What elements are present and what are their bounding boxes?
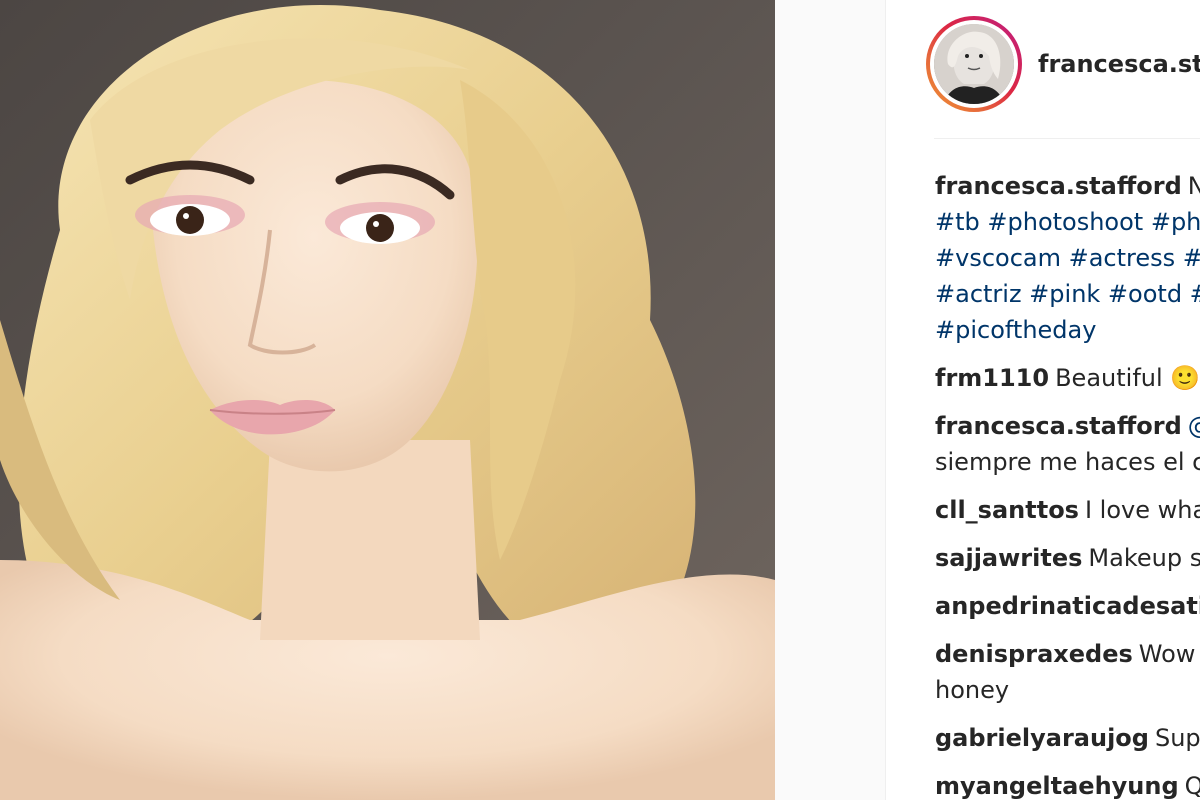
gutter [775, 0, 885, 800]
comment: myangeltaehyungQu [935, 768, 1200, 800]
post-side-panel: francesca.sta francesca.staffordNe #tb #… [885, 0, 1200, 800]
comment-text: Beautiful 🙂 [1055, 364, 1200, 392]
caption-hashtags-3[interactable]: #actriz #pink #ootd # [935, 276, 1200, 312]
caption: francesca.staffordNe #tb #photoshoot #ph… [935, 168, 1200, 348]
comments-list: francesca.staffordNe #tb #photoshoot #ph… [935, 168, 1200, 800]
comment-username[interactable]: sajjawrites [935, 544, 1082, 572]
comment-text: Wow w [1138, 640, 1200, 668]
caption-text: Ne [1188, 172, 1200, 200]
post-photo[interactable] [0, 0, 775, 800]
comment-username[interactable]: francesca.stafford [935, 412, 1182, 440]
comment-text-continued: honey [935, 676, 1010, 704]
post-username-link[interactable]: francesca.sta [1038, 50, 1200, 78]
comment: francesca.stafford@c siempre me haces el… [935, 408, 1200, 480]
caption-hashtags-4[interactable]: #picoftheday [935, 312, 1200, 348]
comment-username[interactable]: gabrielyaraujog [935, 724, 1149, 752]
comment-text: siempre me haces el c [935, 448, 1200, 476]
comment: gabrielyaraujogSupe [935, 720, 1200, 756]
comment: cll_santtos I love wha [935, 492, 1200, 528]
portrait-image [0, 5, 775, 800]
post-header: francesca.sta [926, 16, 1200, 112]
comment-username[interactable]: denispraxedes [935, 640, 1133, 668]
comment-text: I love wha [1084, 496, 1200, 524]
comment-text: Makeup so [1088, 544, 1200, 572]
comment: sajjawritesMakeup so [935, 540, 1200, 576]
comment-text: Qu [1185, 772, 1200, 800]
comment-text: Supe [1154, 724, 1200, 752]
comment: anpedrinaticadesative [935, 588, 1200, 624]
comment: frm1110 Beautiful 🙂 [935, 360, 1200, 396]
caption-username[interactable]: francesca.stafford [935, 172, 1182, 200]
avatar[interactable] [926, 16, 1022, 112]
header-divider [934, 138, 1200, 139]
comment-username[interactable]: anpedrinaticadesative [935, 592, 1200, 620]
avatar-image [934, 24, 1014, 104]
caption-hashtags-1[interactable]: #tb #photoshoot #ph [935, 204, 1200, 240]
comment-username[interactable]: myangeltaehyung [935, 772, 1179, 800]
comment-mention[interactable]: @c [1188, 412, 1200, 440]
comment-username[interactable]: frm1110 [935, 364, 1049, 392]
comment-username[interactable]: cll_santtos [935, 496, 1079, 524]
comment: denispraxedesWow w honey [935, 636, 1200, 708]
caption-hashtags-2[interactable]: #vscocam #actress #i [935, 240, 1200, 276]
